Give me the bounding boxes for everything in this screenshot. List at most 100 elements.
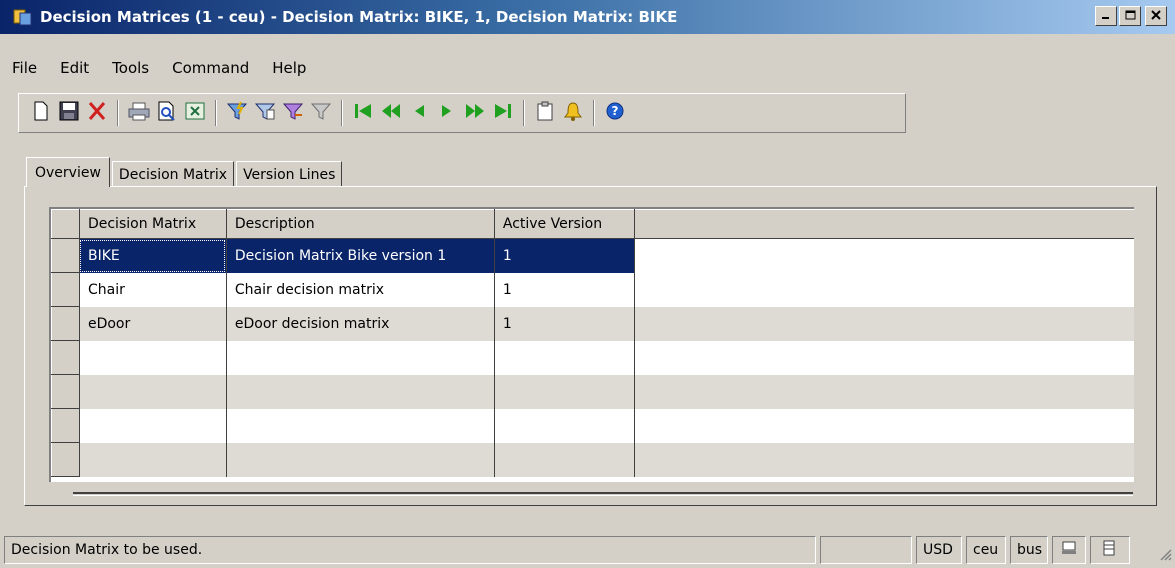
first-record-button[interactable] (349, 98, 377, 128)
table-row[interactable] (51, 340, 1135, 375)
cell-decision-matrix[interactable] (79, 340, 227, 375)
menu-tools[interactable]: Tools (112, 59, 149, 77)
decision-matrix-grid[interactable]: Decision Matrix Description Active Versi… (49, 207, 1134, 482)
last-record-button[interactable] (489, 98, 517, 128)
print-icon (128, 101, 150, 125)
last-record-icon (493, 101, 513, 125)
save-icon (59, 101, 79, 125)
cell-description[interactable] (226, 442, 495, 477)
cell-active-version[interactable] (494, 374, 635, 409)
cell-active-version[interactable] (494, 340, 635, 375)
table-row[interactable]: Chair Chair decision matrix 1 (51, 272, 1135, 307)
session-icon (1061, 540, 1077, 560)
cell-decision-matrix[interactable]: BIKE (79, 238, 227, 273)
row-selector[interactable] (51, 306, 80, 341)
cell-active-version[interactable] (494, 442, 635, 477)
menu-file[interactable]: File (12, 59, 37, 77)
cell-active-version[interactable]: 1 (494, 306, 635, 341)
table-row[interactable] (51, 408, 1135, 443)
minimize-button[interactable] (1095, 6, 1117, 26)
cell-filler (634, 374, 1134, 409)
previous-page-button[interactable] (377, 98, 405, 128)
menu-bar: File Edit Tools Command Help (0, 55, 1175, 81)
table-row[interactable]: eDoor eDoor decision matrix 1 (51, 306, 1134, 341)
tab-overview[interactable]: Overview (26, 157, 110, 187)
cell-description[interactable] (226, 374, 495, 409)
filter-by-selection-button[interactable] (251, 98, 279, 128)
window-title: Decision Matrices (1 - ceu) - Decision M… (40, 8, 678, 26)
cell-description[interactable]: eDoor decision matrix (226, 306, 495, 341)
cell-description[interactable] (226, 340, 495, 375)
cell-description[interactable]: Chair decision matrix (226, 272, 495, 307)
cell-description[interactable] (226, 408, 495, 443)
title-bar[interactable]: Decision Matrices (1 - ceu) - Decision M… (0, 0, 1175, 34)
previous-record-icon (411, 101, 427, 125)
menu-command[interactable]: Command (172, 59, 249, 77)
row-selector[interactable] (51, 408, 80, 443)
cell-filler (634, 238, 1134, 273)
cell-filler (634, 409, 1134, 443)
filter-button[interactable] (223, 98, 251, 128)
horizontal-scrollbar[interactable] (73, 492, 1133, 496)
row-selector[interactable] (51, 442, 80, 477)
alert-button[interactable] (559, 98, 587, 128)
tab-version-lines[interactable]: Version Lines (236, 161, 343, 187)
row-selector[interactable] (51, 272, 80, 307)
minimize-icon (1101, 9, 1111, 23)
tab-decision-matrix[interactable]: Decision Matrix (111, 161, 235, 187)
next-page-button[interactable] (461, 98, 489, 128)
row-selector[interactable] (51, 340, 80, 375)
column-header-decision-matrix[interactable]: Decision Matrix (78, 209, 227, 239)
status-session-button[interactable] (1052, 536, 1086, 564)
new-button[interactable] (27, 98, 55, 128)
maximize-button[interactable] (1119, 6, 1141, 26)
filter-advanced-button[interactable] (279, 98, 307, 128)
remove-filter-button[interactable] (307, 98, 335, 128)
previous-record-button[interactable] (405, 98, 433, 128)
status-layer[interactable]: bus (1010, 536, 1048, 564)
cell-active-version[interactable]: 1 (494, 272, 635, 307)
column-header-description[interactable]: Description (225, 209, 495, 239)
remove-filter-icon (310, 101, 332, 125)
print-preview-button[interactable] (153, 98, 181, 128)
cell-decision-matrix[interactable]: eDoor (79, 306, 227, 341)
row-selector[interactable] (51, 374, 80, 409)
excel-export-button[interactable] (181, 98, 209, 128)
help-button[interactable]: ? (601, 98, 629, 128)
status-database-button[interactable] (1090, 536, 1130, 564)
table-row[interactable] (51, 442, 1134, 477)
cell-description[interactable]: Decision Matrix Bike version 1 (226, 238, 495, 273)
table-row[interactable]: BIKE Decision Matrix Bike version 1 1 (51, 238, 1134, 273)
delete-button[interactable] (83, 98, 111, 128)
save-button[interactable] (55, 98, 83, 128)
status-company[interactable]: ceu (966, 536, 1006, 564)
cell-decision-matrix[interactable] (79, 374, 227, 409)
column-header-active-version[interactable]: Active Version (493, 209, 635, 239)
resize-grip-icon[interactable] (1158, 547, 1172, 565)
cell-active-version[interactable]: 1 (494, 238, 635, 273)
app-icon[interactable] (12, 6, 34, 28)
first-record-icon (353, 101, 373, 125)
document-handling-button[interactable] (531, 98, 559, 128)
row-selector[interactable] (51, 238, 80, 273)
cell-decision-matrix[interactable] (79, 408, 227, 443)
cell-filler (634, 341, 1134, 375)
grid-header-row: Decision Matrix Description Active Versi… (51, 209, 1134, 239)
toolbar: ? (18, 93, 906, 133)
row-header-corner[interactable] (51, 209, 80, 239)
menu-edit[interactable]: Edit (60, 59, 89, 77)
print-button[interactable] (125, 98, 153, 128)
cell-decision-matrix[interactable] (79, 442, 227, 477)
delete-icon (87, 101, 107, 125)
close-icon (1151, 9, 1161, 23)
cell-active-version[interactable] (494, 408, 635, 443)
database-icon (1101, 540, 1117, 560)
status-currency[interactable]: USD (916, 536, 962, 564)
cell-filler (634, 273, 1134, 307)
cell-decision-matrix[interactable]: Chair (79, 272, 227, 307)
next-record-button[interactable] (433, 98, 461, 128)
table-row[interactable] (51, 374, 1134, 409)
svg-text:?: ? (612, 104, 619, 118)
menu-help[interactable]: Help (272, 59, 306, 77)
close-button[interactable] (1145, 6, 1167, 26)
